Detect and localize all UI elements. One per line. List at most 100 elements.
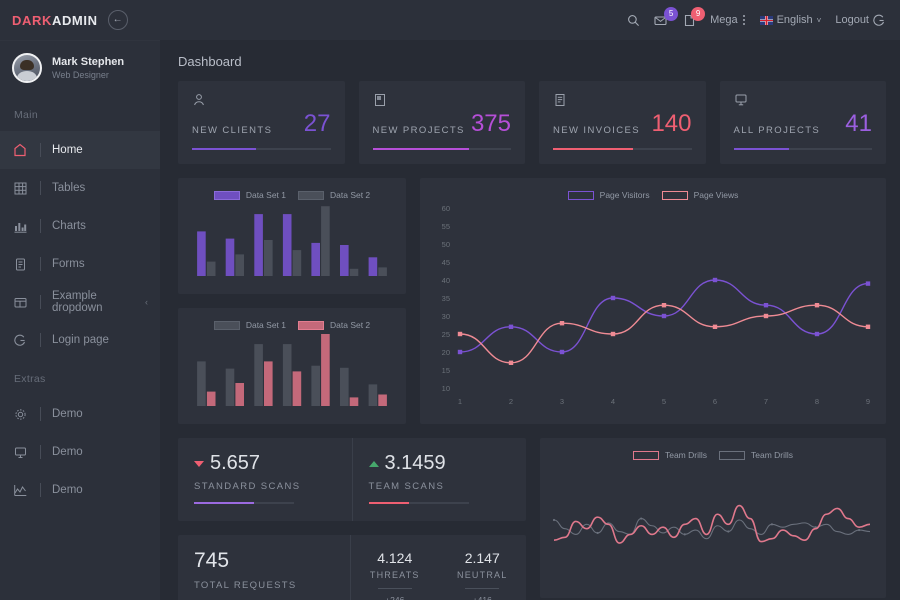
stat-label: NEW PROJECTS — [372, 125, 465, 136]
search-icon — [627, 14, 640, 27]
divider — [40, 257, 41, 271]
content-area: Dashboard NEW CLIENTS 27 NEW PROJECTS 37… — [160, 40, 900, 600]
sidebar-item-charts[interactable]: Charts — [0, 207, 160, 245]
bar-chart-pink-card[interactable]: Data Set 1 Data Set 2 — [178, 308, 406, 424]
presentation-icon — [734, 93, 873, 107]
line-chart-legend: Page Visitors Page Views — [420, 178, 886, 200]
legend-label: Data Set 2 — [330, 320, 371, 330]
bar-chart-purple-card[interactable]: Data Set 1 Data Set 2 — [178, 178, 406, 294]
legend-swatch — [213, 190, 240, 200]
sidebar-item-example-dropdown[interactable]: Example dropdown ‹ — [0, 283, 160, 321]
stat-progress-bar — [553, 148, 692, 150]
sidebar-item-label: Example dropdown — [52, 290, 103, 314]
dots-vertical-icon — [742, 14, 746, 26]
avatar — [12, 53, 42, 83]
messages-button[interactable]: 5 — [654, 6, 679, 27]
legend-label: Page Visitors — [599, 190, 650, 200]
bottom-row: 5.657 STANDARD SCANS 3.1459 TEAM SCANS 7… — [178, 438, 886, 600]
notifications-button[interactable]: 9 — [683, 6, 706, 27]
stat-card-new-clients[interactable]: NEW CLIENTS 27 — [178, 81, 345, 164]
requests-col-threats[interactable]: 4.124 THREATS +246 — [351, 535, 439, 600]
svg-text:7: 7 — [764, 397, 768, 406]
svg-text:25: 25 — [442, 330, 450, 339]
stat-card-new-invoices[interactable]: NEW INVOICES 140 — [539, 81, 706, 164]
sidebar-item-label: Demo — [52, 446, 83, 458]
requests-columns: 4.124 THREATS +246 2.147 NEUTRAL +416 — [350, 535, 526, 600]
legend-swatch — [632, 450, 659, 460]
col-label: THREATS — [369, 570, 420, 580]
stat-label: ALL PROJECTS — [733, 125, 821, 136]
col-value: 4.124 — [377, 550, 413, 566]
sidebar-item-label: Home — [52, 144, 83, 156]
chevron-left-icon: ‹ — [145, 297, 148, 307]
stat-card-all-projects[interactable]: ALL PROJECTS 41 — [719, 81, 886, 164]
legend-label: Team Drills — [751, 450, 794, 460]
legend-swatch — [298, 190, 324, 200]
trend-up-icon — [368, 460, 379, 467]
legend-swatch — [719, 450, 745, 460]
arrow-left-icon[interactable]: ← — [107, 10, 128, 30]
sidebar-item-demo-chart[interactable]: Demo — [0, 471, 160, 509]
topbar: 5 9 Mega English ˅ Logout — [160, 0, 900, 40]
svg-text:50: 50 — [442, 240, 450, 249]
svg-text:3: 3 — [560, 397, 564, 406]
power-icon — [873, 14, 886, 27]
legend-item: Data Set 2 — [298, 320, 370, 330]
bar-chart-pink-plot — [197, 334, 387, 406]
user-profile[interactable]: Mark Stephen Web Designer — [0, 40, 160, 95]
sidebar-item-home[interactable]: Home — [0, 131, 160, 169]
scan-team[interactable]: 3.1459 TEAM SCANS — [351, 438, 527, 521]
user-icon — [192, 93, 331, 107]
divider — [40, 483, 41, 497]
team-drills-card[interactable]: Team Drills Team Drills — [540, 438, 886, 598]
stat-progress-bar — [372, 148, 511, 150]
divider — [465, 588, 500, 589]
logout-button[interactable]: Logout — [835, 14, 886, 27]
scan-label: TEAM SCANS — [368, 481, 445, 492]
table-icon — [0, 182, 40, 195]
stat-value: 27 — [303, 110, 331, 137]
svg-text:8: 8 — [815, 397, 819, 406]
language-label: English — [776, 14, 813, 26]
sidebar-item-login-page[interactable]: Login page — [0, 321, 160, 359]
stat-label: NEW CLIENTS — [192, 125, 273, 136]
sidebar-item-label: Demo — [52, 408, 83, 420]
sidebar-item-label: Forms — [52, 258, 85, 270]
line-chart-card[interactable]: Page Visitors Page Views 10 15 20 25 30 35 40 4… — [420, 178, 886, 424]
sidebar-item-tables[interactable]: Tables — [0, 169, 160, 207]
total-requests-value: 745 — [194, 549, 230, 572]
notifications-badge: 9 — [691, 6, 706, 21]
col-value: 2.147 — [464, 550, 500, 566]
sidebar-item-demo-presentation[interactable]: Demo — [0, 433, 160, 471]
divider — [40, 407, 41, 421]
search-button[interactable] — [627, 14, 640, 27]
legend-item: Page Visitors — [567, 190, 650, 200]
main-area: 5 9 Mega English ˅ Logout Dashboard NEW … — [160, 0, 900, 600]
svg-text:55: 55 — [442, 222, 450, 231]
sidebar-item-forms[interactable]: Forms — [0, 245, 160, 283]
chevron-down-icon: ˅ — [816, 15, 822, 25]
svg-text:20: 20 — [442, 348, 450, 357]
requests-card: 745 TOTAL REQUESTS 4.124 THREATS +246 2.… — [178, 535, 526, 600]
stat-card-new-projects[interactable]: NEW PROJECTS 375 — [358, 81, 525, 164]
home-icon — [0, 143, 40, 157]
legend-swatch — [661, 190, 688, 200]
language-selector[interactable]: English ˅ — [759, 14, 822, 26]
sidebar-item-demo-gear[interactable]: Demo — [0, 395, 160, 433]
legend-label: Team Drills — [664, 450, 707, 460]
divider — [40, 295, 41, 309]
col-delta: +416 — [472, 595, 492, 600]
scans-card: 5.657 STANDARD SCANS 3.1459 TEAM SCANS — [178, 438, 526, 521]
mega-menu-label: Mega — [710, 14, 738, 26]
total-requests[interactable]: 745 TOTAL REQUESTS — [178, 535, 350, 600]
brand-logo[interactable]: DARKADMIN — [12, 13, 98, 28]
svg-text:9: 9 — [866, 397, 870, 406]
brand: DARKADMIN ← — [0, 0, 160, 40]
legend-item: Team Drills — [632, 450, 707, 460]
requests-col-neutral[interactable]: 2.147 NEUTRAL +416 — [439, 535, 527, 600]
bar-chart-purple-legend: Data Set 1 Data Set 2 — [178, 178, 406, 200]
mega-menu-button[interactable]: Mega — [710, 14, 746, 26]
scan-standard[interactable]: 5.657 STANDARD SCANS — [178, 438, 352, 521]
legend-swatch — [567, 190, 594, 200]
legend-item: Data Set 2 — [298, 190, 370, 200]
